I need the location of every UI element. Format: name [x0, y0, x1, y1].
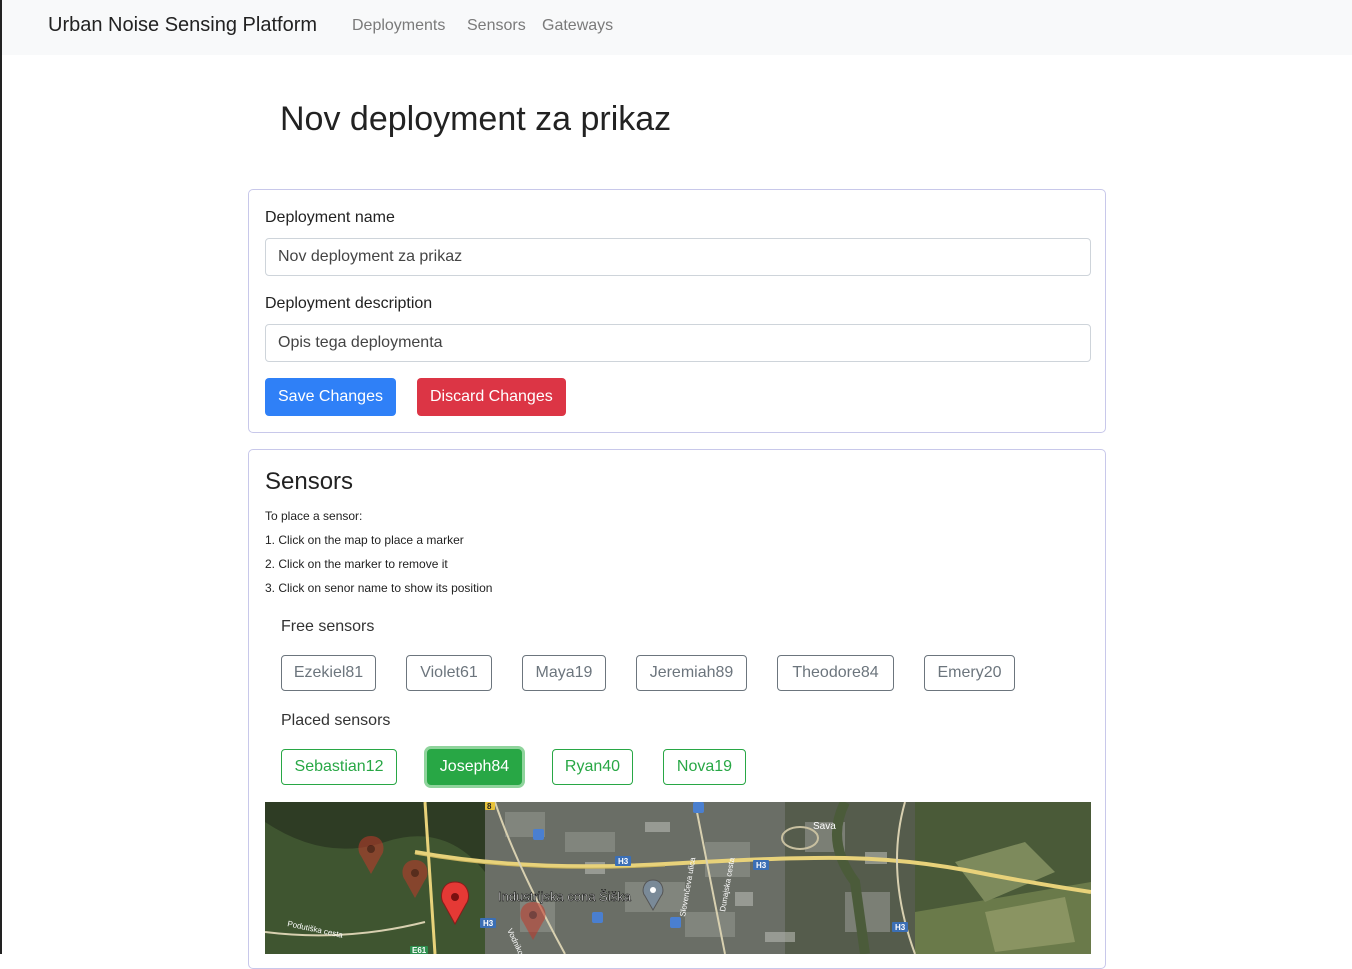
save-changes-button[interactable]: Save Changes	[265, 378, 396, 416]
nav-link-sensors[interactable]: Sensors	[467, 17, 526, 35]
instruction-line: 2. Click on the marker to remove it	[265, 557, 448, 571]
instruction-line: 3. Click on senor name to show its posit…	[265, 581, 493, 595]
nav-link-gateways[interactable]: Gateways	[542, 17, 613, 35]
nav-link-deployments[interactable]: Deployments	[352, 17, 445, 35]
placed-sensor-button-selected[interactable]: Joseph84	[427, 749, 522, 785]
road-shield: 8	[487, 802, 492, 811]
highway-shield: H3	[483, 919, 494, 928]
sensors-title: Sensors	[265, 468, 354, 495]
deployment-name-input[interactable]	[265, 238, 1091, 276]
highway-shield: H3	[895, 923, 906, 932]
deployment-description-label: Deployment description	[265, 295, 433, 312]
free-sensors-label: Free sensors	[281, 618, 375, 635]
navbar: Urban Noise Sensing Platform Deployments…	[2, 0, 1352, 55]
river-label: Sava	[813, 821, 836, 832]
placed-sensor-button[interactable]: Nova19	[663, 749, 746, 785]
instruction-line: To place a sensor:	[265, 509, 363, 523]
placed-sensor-button[interactable]: Sebastian12	[281, 749, 397, 785]
deployment-form-card: Deployment name Deployment description S…	[248, 189, 1106, 433]
free-sensor-button[interactable]: Ezekiel81	[281, 655, 376, 691]
deployment-description-input[interactable]	[265, 324, 1091, 362]
free-sensor-button[interactable]: Jeremiah89	[636, 655, 747, 691]
free-sensor-button[interactable]: Violet61	[406, 655, 492, 691]
highway-shield: H3	[756, 861, 767, 870]
sensor-map[interactable]: H3 H3 H3 H3 E61 8 Sava Podutiška cesta V…	[265, 802, 1091, 954]
free-sensor-button[interactable]: Emery20	[924, 655, 1015, 691]
map-place-label: Industrijska cona Šiška	[498, 889, 632, 904]
deployment-name-label: Deployment name	[265, 209, 395, 226]
navbar-brand[interactable]: Urban Noise Sensing Platform	[48, 14, 317, 37]
highway-shield: H3	[618, 857, 629, 866]
placed-sensor-button[interactable]: Ryan40	[552, 749, 633, 785]
free-sensor-button[interactable]: Theodore84	[777, 655, 894, 691]
road-shield: E61	[412, 946, 427, 954]
satellite-map[interactable]: H3 H3 H3 H3 E61 8 Sava Podutiška cesta V…	[265, 802, 1091, 954]
instruction-line: 1. Click on the map to place a marker	[265, 533, 464, 547]
free-sensor-button[interactable]: Maya19	[522, 655, 606, 691]
page-title: Nov deployment za prikaz	[280, 100, 672, 138]
sensors-card: Sensors To place a sensor: 1. Click on t…	[248, 449, 1106, 969]
discard-changes-button[interactable]: Discard Changes	[417, 378, 566, 416]
placed-sensors-label: Placed sensors	[281, 712, 391, 729]
